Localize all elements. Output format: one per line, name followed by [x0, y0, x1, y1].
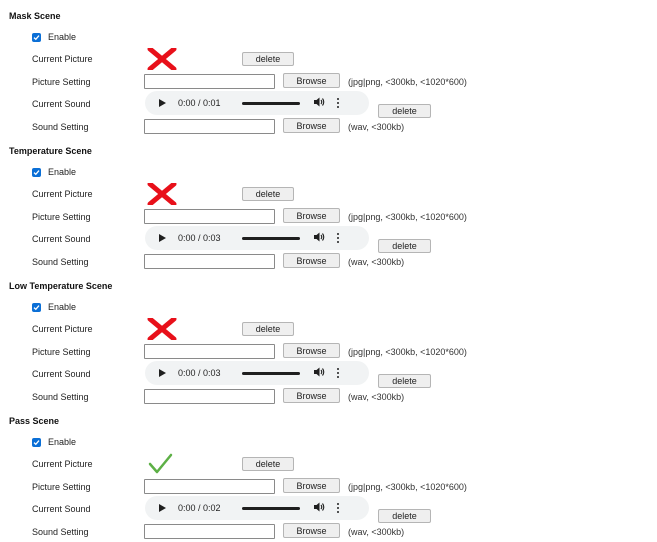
more-options-icon[interactable] — [337, 98, 339, 108]
browse-sound-button[interactable]: Browse — [283, 388, 340, 403]
enable-checkbox[interactable]: Enable — [32, 32, 76, 42]
delete-sound-button[interactable]: delete — [378, 239, 431, 253]
current-picture-label: Current Picture — [32, 324, 93, 334]
play-icon[interactable] — [159, 504, 166, 512]
sound-file-input[interactable] — [144, 389, 275, 404]
checkbox-checked-icon[interactable] — [32, 32, 41, 42]
enable-label: Enable — [48, 167, 77, 177]
picture-file-input[interactable] — [144, 344, 275, 359]
delete-picture-button[interactable]: delete — [242, 52, 294, 66]
sound-hint: (wav, <300kb) — [348, 122, 405, 132]
x-mark-icon — [147, 181, 177, 207]
sound-hint: (wav, <300kb) — [348, 527, 405, 537]
scene-title: Temperature Scene — [9, 146, 92, 156]
audio-player[interactable]: 0:00 / 0:02 — [145, 496, 369, 520]
delete-picture-button[interactable]: delete — [242, 322, 294, 336]
audio-time: 0:00 / 0:03 — [178, 233, 221, 243]
current-sound-label: Current Sound — [32, 234, 91, 244]
audio-progress-track[interactable] — [242, 506, 300, 510]
sound-file-input[interactable] — [144, 254, 275, 269]
browse-sound-button[interactable]: Browse — [283, 523, 340, 538]
checkbox-checked-icon[interactable] — [32, 302, 41, 312]
sound-hint: (wav, <300kb) — [348, 257, 405, 267]
sound-setting-label: Sound Setting — [32, 527, 89, 537]
checkbox-checked-icon[interactable] — [32, 437, 41, 447]
sound-setting-label: Sound Setting — [32, 122, 89, 132]
picture-setting-label: Picture Setting — [32, 347, 91, 357]
scene-title: Low Temperature Scene — [9, 281, 113, 291]
current-sound-label: Current Sound — [32, 504, 91, 514]
picture-file-input[interactable] — [144, 74, 275, 89]
current-picture-label: Current Picture — [32, 459, 93, 469]
delete-picture-button[interactable]: delete — [242, 187, 294, 201]
browse-picture-button[interactable]: Browse — [283, 208, 340, 223]
audio-progress-track[interactable] — [242, 101, 300, 105]
browse-sound-button[interactable]: Browse — [283, 253, 340, 268]
picture-file-input[interactable] — [144, 209, 275, 224]
sound-setting-label: Sound Setting — [32, 392, 89, 402]
enable-label: Enable — [48, 32, 77, 42]
sound-file-input[interactable] — [144, 524, 275, 539]
current-picture-label: Current Picture — [32, 189, 93, 199]
browse-picture-button[interactable]: Browse — [283, 73, 340, 88]
more-options-icon[interactable] — [337, 503, 339, 513]
sound-file-input[interactable] — [144, 119, 275, 134]
play-icon[interactable] — [159, 369, 166, 377]
play-icon[interactable] — [159, 234, 166, 242]
picture-setting-label: Picture Setting — [32, 212, 91, 222]
play-icon[interactable] — [159, 99, 166, 107]
volume-icon[interactable] — [314, 97, 325, 109]
sound-hint: (wav, <300kb) — [348, 392, 405, 402]
enable-checkbox[interactable]: Enable — [32, 437, 76, 447]
current-sound-label: Current Sound — [32, 99, 91, 109]
sound-setting-label: Sound Setting — [32, 257, 89, 267]
picture-hint: (jpg|png, <300kb, <1020*600) — [348, 482, 467, 492]
current-sound-label: Current Sound — [32, 369, 91, 379]
audio-player[interactable]: 0:00 / 0:03 — [145, 361, 369, 385]
volume-icon[interactable] — [314, 367, 325, 379]
enable-checkbox[interactable]: Enable — [32, 167, 76, 177]
audio-time: 0:00 / 0:03 — [178, 368, 221, 378]
delete-sound-button[interactable]: delete — [378, 374, 431, 388]
checkbox-checked-icon[interactable] — [32, 167, 41, 177]
x-mark-icon — [147, 316, 177, 342]
audio-progress-track[interactable] — [242, 371, 300, 375]
check-mark-icon — [147, 453, 177, 475]
picture-setting-label: Picture Setting — [32, 77, 91, 87]
audio-player[interactable]: 0:00 / 0:03 — [145, 226, 369, 250]
enable-label: Enable — [48, 437, 77, 447]
scene-title: Mask Scene — [9, 11, 61, 21]
browse-picture-button[interactable]: Browse — [283, 343, 340, 358]
delete-sound-button[interactable]: delete — [378, 509, 431, 523]
scene-title: Pass Scene — [9, 416, 60, 426]
x-mark-icon — [147, 46, 177, 72]
audio-time: 0:00 / 0:02 — [178, 503, 221, 513]
enable-checkbox[interactable]: Enable — [32, 302, 76, 312]
volume-icon[interactable] — [314, 232, 325, 244]
picture-hint: (jpg|png, <300kb, <1020*600) — [348, 347, 467, 357]
browse-picture-button[interactable]: Browse — [283, 478, 340, 493]
enable-label: Enable — [48, 302, 77, 312]
current-picture-label: Current Picture — [32, 54, 93, 64]
audio-progress-track[interactable] — [242, 236, 300, 240]
browse-sound-button[interactable]: Browse — [283, 118, 340, 133]
delete-sound-button[interactable]: delete — [378, 104, 431, 118]
picture-hint: (jpg|png, <300kb, <1020*600) — [348, 77, 467, 87]
audio-player[interactable]: 0:00 / 0:01 — [145, 91, 369, 115]
volume-icon[interactable] — [314, 502, 325, 514]
picture-setting-label: Picture Setting — [32, 482, 91, 492]
more-options-icon[interactable] — [337, 368, 339, 378]
audio-time: 0:00 / 0:01 — [178, 98, 221, 108]
delete-picture-button[interactable]: delete — [242, 457, 294, 471]
picture-hint: (jpg|png, <300kb, <1020*600) — [348, 212, 467, 222]
more-options-icon[interactable] — [337, 233, 339, 243]
picture-file-input[interactable] — [144, 479, 275, 494]
